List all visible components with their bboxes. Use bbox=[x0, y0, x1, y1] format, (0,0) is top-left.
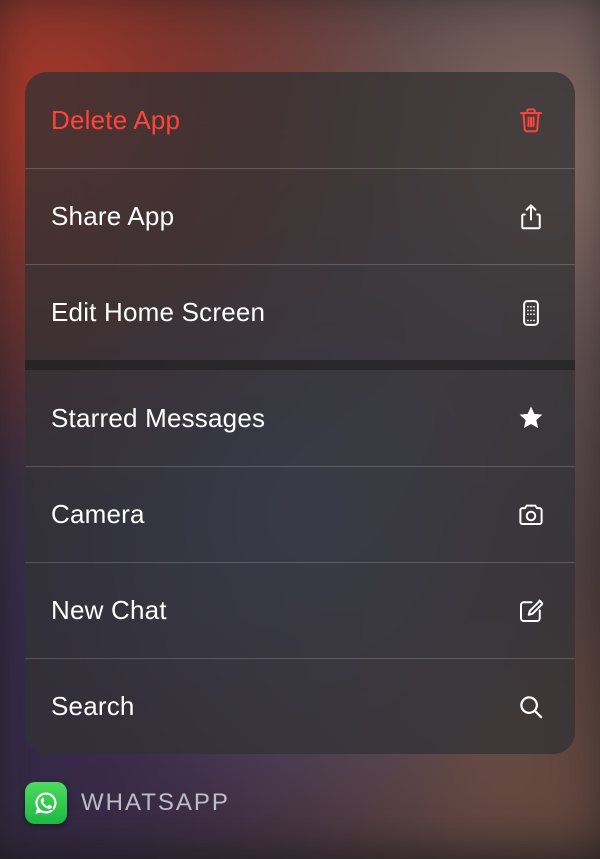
search-icon bbox=[513, 689, 549, 725]
compose-icon bbox=[513, 593, 549, 629]
menu-item-label: New Chat bbox=[51, 595, 167, 626]
trash-icon bbox=[513, 102, 549, 138]
apps-grid-icon bbox=[513, 295, 549, 331]
menu-item-label: Delete App bbox=[51, 105, 180, 136]
menu-item-edit-home-screen[interactable]: Edit Home Screen bbox=[25, 264, 575, 360]
menu-item-starred-messages[interactable]: Starred Messages bbox=[25, 370, 575, 466]
menu-item-share-app[interactable]: Share App bbox=[25, 168, 575, 264]
camera-icon bbox=[513, 497, 549, 533]
app-label-row[interactable]: WHATSAPP bbox=[25, 782, 230, 824]
star-icon bbox=[513, 400, 549, 436]
share-icon bbox=[513, 199, 549, 235]
menu-item-label: Camera bbox=[51, 499, 145, 530]
menu-item-delete-app[interactable]: Delete App bbox=[25, 72, 575, 168]
menu-item-label: Edit Home Screen bbox=[51, 297, 265, 328]
menu-item-camera[interactable]: Camera bbox=[25, 466, 575, 562]
app-name-label: WHATSAPP bbox=[81, 789, 230, 817]
menu-item-new-chat[interactable]: New Chat bbox=[25, 562, 575, 658]
menu-item-label: Share App bbox=[51, 201, 174, 232]
menu-group-system: Delete App Share App bbox=[25, 72, 575, 360]
menu-item-label: Search bbox=[51, 691, 135, 722]
whatsapp-icon bbox=[25, 782, 67, 824]
menu-item-search[interactable]: Search bbox=[25, 658, 575, 754]
context-menu: Delete App Share App bbox=[25, 72, 575, 754]
menu-item-label: Starred Messages bbox=[51, 403, 265, 434]
menu-group-app-actions: Starred Messages Camera New Chat bbox=[25, 360, 575, 754]
